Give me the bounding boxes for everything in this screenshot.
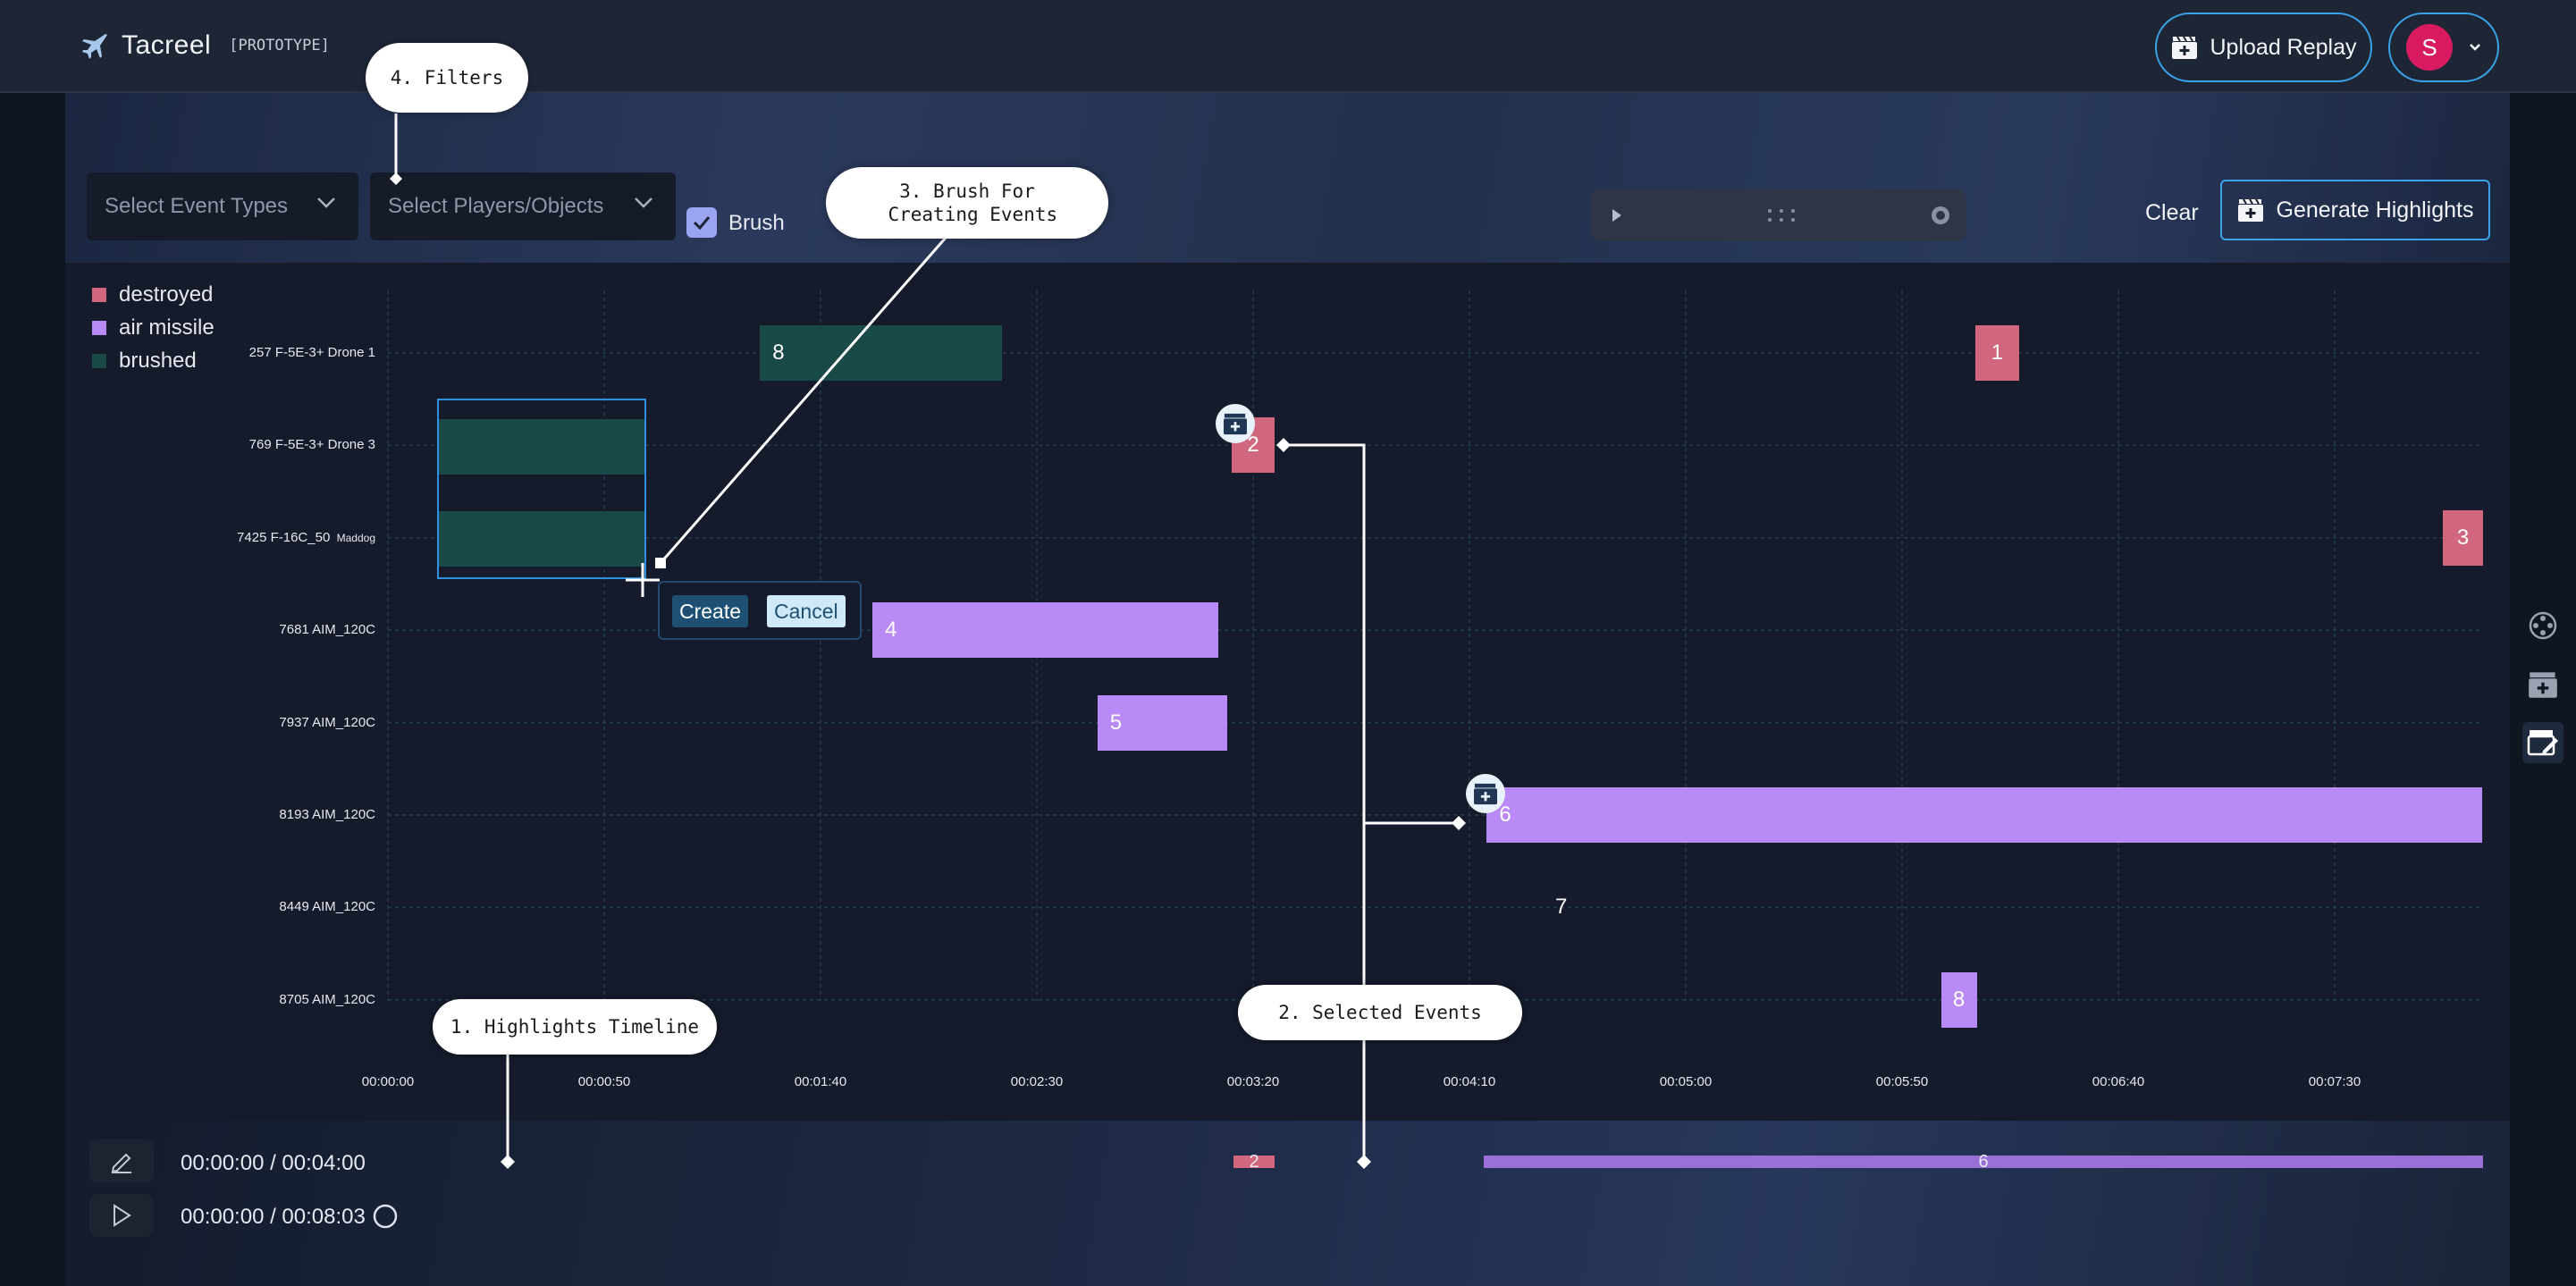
callout-highlights-timeline: 1. Highlights Timeline <box>433 999 717 1055</box>
callout-selected-events: 2. Selected Events <box>1238 985 1522 1040</box>
app-root: Tacreel [PROTOTYPE] Upload Replay S Sele… <box>0 0 2576 1286</box>
callout-connectors <box>390 113 1466 1169</box>
reel-icon[interactable] <box>2522 605 2563 646</box>
callout-filters: 4. Filters <box>366 43 528 113</box>
callout-brush: 3. Brush For Creating Events <box>826 167 1108 239</box>
clapper-icon[interactable] <box>2522 664 2563 705</box>
clapper-edit-icon[interactable] <box>2522 722 2563 763</box>
